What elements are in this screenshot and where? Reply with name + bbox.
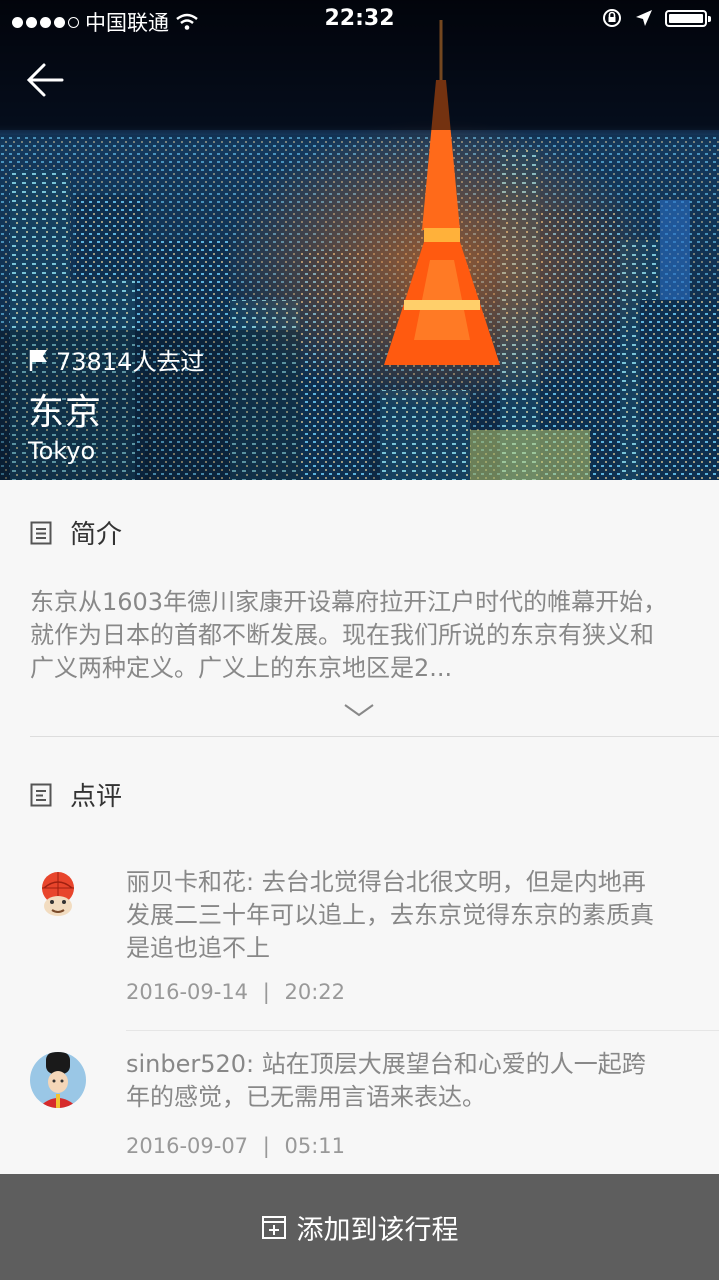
review-text: sinber520: 站在顶层大展望台和心爱的人一起跨年的感觉，已无需用言语来表… <box>126 1050 646 1111</box>
timestamp-separator: | <box>262 1134 270 1158</box>
review-timestamp: 2016-09-07 | 05:11 <box>126 1134 345 1158</box>
intro-title: 简介 <box>70 520 123 550</box>
avatar[interactable] <box>30 866 86 922</box>
chevron-down-icon[interactable] <box>343 700 375 720</box>
visit-count-label: 73814人去过 <box>56 348 205 376</box>
review-timestamp: 2016-09-14 | 20:22 <box>126 980 345 1004</box>
review-date: 2016-09-14 <box>126 980 249 1004</box>
city-info: 73814人去过 东京 Tokyo <box>28 342 204 465</box>
review-date: 2016-09-07 <box>126 1134 249 1158</box>
city-name-cn: 东京 <box>28 392 103 433</box>
rotation-lock-icon <box>603 9 621 27</box>
timestamp-separator: | <box>262 980 270 1004</box>
document-icon <box>30 521 52 544</box>
add-box-icon <box>261 1216 286 1239</box>
review-divider <box>126 1030 719 1031</box>
location-arrow-icon <box>636 10 652 26</box>
add-to-itinerary-button[interactable]: 添加到该行程 <box>0 1174 719 1280</box>
section-divider <box>30 736 719 737</box>
avatar[interactable] <box>30 1052 86 1108</box>
hero-banner: 中国联通 22:32 73814人去过 东京 Tokyo <box>0 0 719 480</box>
add-to-itinerary-label: 添加到该行程 <box>296 1214 459 1246</box>
review-icon <box>30 783 52 806</box>
intro-text: 东京从1603年德川家康开设幕府拉开江户时代的帷幕开始，就作为日本的首都不断发展… <box>30 588 668 682</box>
intro-header: 简介 <box>30 514 122 551</box>
flag-icon <box>29 349 47 371</box>
city-name-en: Tokyo <box>28 437 96 465</box>
status-bar: 中国联通 22:32 <box>0 0 719 40</box>
reviews-title: 点评 <box>70 782 123 812</box>
reviews-header: 点评 <box>30 776 122 813</box>
back-arrow-icon[interactable] <box>22 58 70 102</box>
battery-icon <box>665 9 711 27</box>
review-text: 丽贝卡和花: 去台北觉得台北很文明，但是内地再发展二三十年可以追上，去东京觉得东… <box>126 868 654 962</box>
review-time: 20:22 <box>284 980 346 1004</box>
review-time: 05:11 <box>284 1134 346 1158</box>
visit-count: 73814人去过 <box>28 342 204 377</box>
